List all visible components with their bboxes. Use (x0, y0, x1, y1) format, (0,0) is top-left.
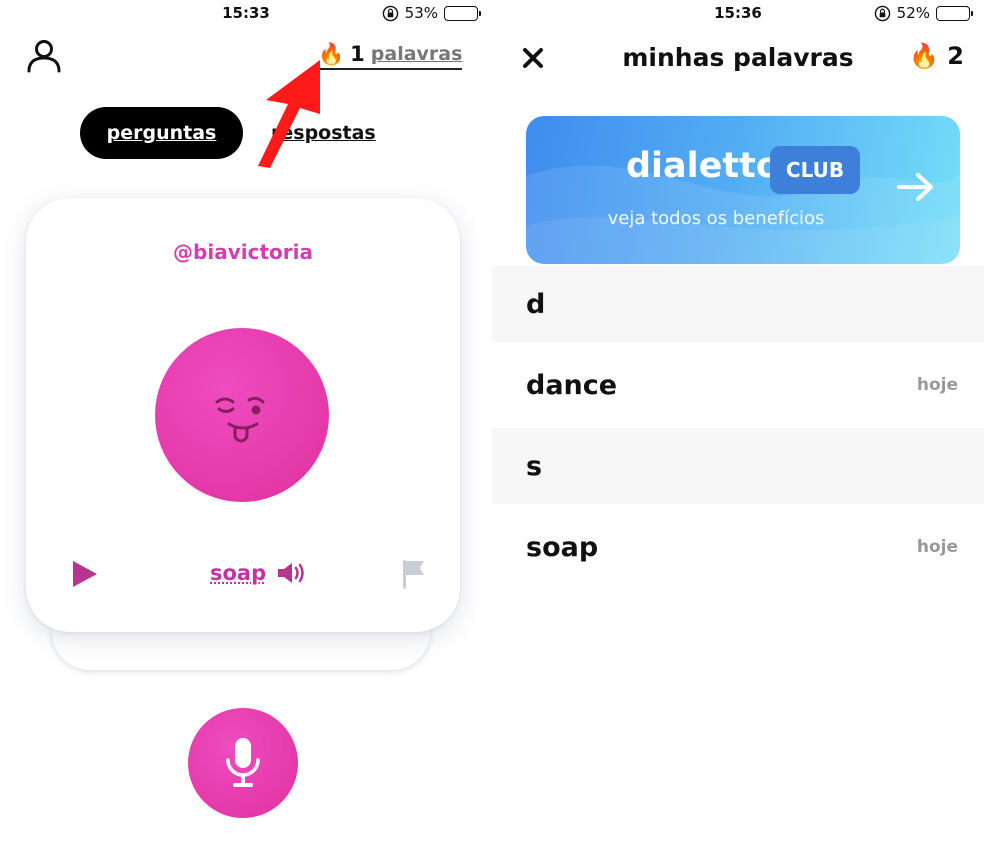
rotation-lock-icon (382, 5, 398, 21)
status-indicators: 53% (382, 4, 481, 22)
list-item-soap[interactable]: soap hoje (492, 504, 984, 590)
tab-perguntas[interactable]: perguntas (80, 107, 243, 159)
left-screen: 15:33 53% 🔥 1 palavras perguntas respost… (0, 0, 492, 862)
winking-tongue-face-icon (215, 396, 265, 443)
play-icon[interactable] (70, 558, 100, 590)
streak-counter: 🔥 2 (909, 44, 964, 68)
status-bar: 15:36 52% (492, 0, 984, 28)
words-label: palavras (370, 43, 463, 65)
word-count: 2 (947, 42, 964, 70)
word-count: 1 (350, 42, 365, 66)
section-header-d: d (492, 266, 984, 342)
emoji-avatar (155, 328, 329, 502)
word-list: d dance hoje s soap hoje (492, 266, 984, 590)
banner-wave (526, 165, 960, 264)
list-item-date: hoje (916, 375, 958, 395)
list-item-word: dance (526, 369, 618, 401)
club-brand: dialetto (626, 146, 780, 186)
list-item-date: hoje (916, 537, 958, 557)
rotation-lock-icon (874, 5, 890, 21)
club-banner[interactable]: dialetto CLUB veja todos os benefícios (526, 116, 960, 264)
word-card: @biavictoria soap (26, 198, 460, 632)
club-subtitle: veja todos os benefícios (607, 208, 825, 229)
battery-icon (444, 5, 481, 21)
flag-icon[interactable] (400, 558, 428, 590)
section-header-s: s (492, 428, 984, 504)
right-screen: 15:36 52% minhas palavras 🔥 2 dialetto C… (492, 0, 984, 862)
arrow-right-icon (897, 173, 933, 201)
status-indicators: 52% (874, 4, 973, 22)
profile-icon[interactable] (26, 38, 62, 74)
card-username[interactable]: @biavictoria (26, 240, 460, 264)
club-badge: CLUB (770, 146, 860, 194)
battery-icon (936, 5, 973, 21)
mic-button[interactable] (188, 708, 298, 818)
battery-percent: 53% (404, 4, 438, 22)
word-pronunciation: soap (210, 560, 306, 586)
speaker-icon[interactable] (276, 560, 306, 586)
microphone-icon (226, 738, 260, 787)
list-item-dance[interactable]: dance hoje (492, 342, 984, 428)
list-item-word: soap (526, 531, 599, 563)
fire-icon: 🔥 (909, 42, 940, 70)
card-word[interactable]: soap (210, 561, 266, 585)
annotation-arrow-icon (258, 60, 320, 168)
status-bar: 15:33 53% (0, 0, 492, 28)
battery-percent: 52% (896, 4, 930, 22)
